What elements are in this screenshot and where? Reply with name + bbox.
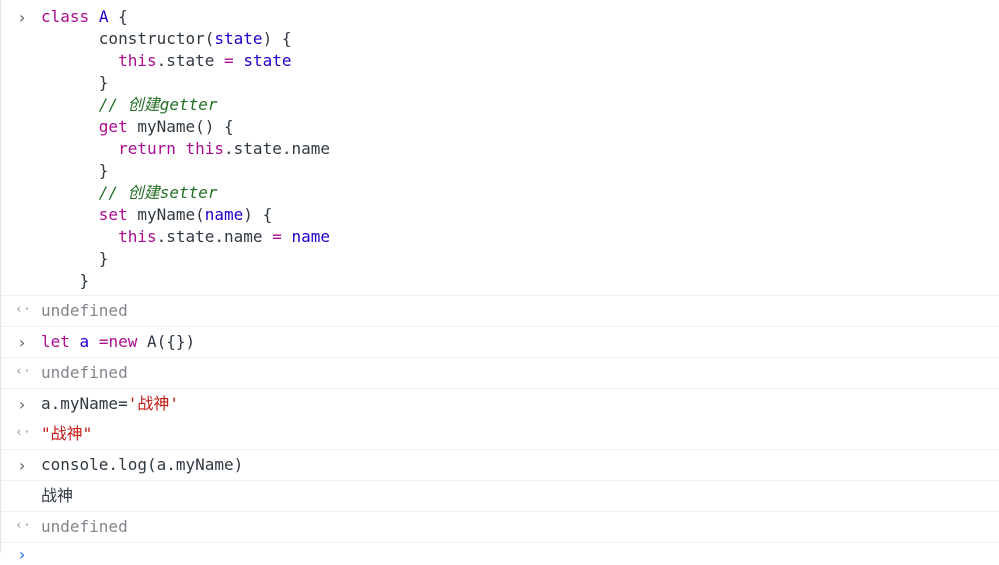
code-token: {	[108, 7, 128, 26]
code-line: // 创建getter	[41, 94, 999, 116]
command-text: let a =new A({})	[41, 332, 196, 351]
code-line: this.state = state	[41, 50, 999, 72]
console-result-4: ‹· undefined	[1, 512, 999, 543]
code-token: }	[98, 73, 109, 92]
console-input-assign[interactable]: › a.myName='战神'	[1, 389, 999, 419]
code-token: myName() {	[127, 117, 234, 136]
command-text: a.myName='战神'	[41, 394, 179, 413]
console-result-2: ‹· undefined	[1, 358, 999, 389]
result-text: undefined	[41, 363, 128, 382]
code-token: class	[41, 7, 90, 26]
code-token: }	[79, 271, 90, 290]
console-result-3: ‹· "战神"	[1, 419, 999, 450]
code-line: }	[41, 160, 999, 182]
code-token: return	[118, 139, 176, 158]
input-chevron-icon: ›	[17, 395, 27, 414]
code-line: class A {	[41, 6, 999, 28]
prompt-chevron-icon: ›	[17, 545, 27, 564]
code-token: get	[98, 117, 128, 136]
code-line: constructor(state) {	[41, 28, 999, 50]
class-code-block: class A { constructor(state) { this.stat…	[1, 6, 999, 292]
result-text: "战神"	[41, 424, 93, 443]
code-token: .state.name	[224, 139, 330, 158]
code-token: name	[291, 227, 330, 246]
output-arrow-icon: ‹·	[15, 302, 31, 317]
code-line: }	[41, 248, 999, 270]
code-token: myName(	[127, 205, 205, 224]
code-token: }	[98, 161, 109, 180]
code-line: }	[41, 72, 999, 94]
console-prompt[interactable]: ›	[1, 543, 999, 565]
input-chevron-icon: ›	[17, 333, 27, 352]
code-line: this.state.name = name	[41, 226, 999, 248]
code-line: // 创建setter	[41, 182, 999, 204]
code-token: ) {	[243, 205, 273, 224]
code-token: name	[204, 205, 244, 224]
code-token: this	[118, 51, 157, 70]
code-line: }	[41, 270, 999, 292]
input-chevron-icon: ›	[17, 8, 27, 27]
console-input-log[interactable]: › console.log(a.myName)	[1, 450, 999, 481]
code-token: =	[224, 51, 234, 70]
code-token: this	[185, 139, 225, 158]
command-text: console.log(a.myName)	[41, 455, 244, 474]
code-token: constructor(	[98, 29, 215, 48]
code-token: A	[98, 7, 109, 26]
console-panel: › class A { constructor(state) { this.st…	[0, 0, 999, 564]
input-chevron-icon: ›	[17, 456, 27, 475]
console-result-1: ‹· undefined	[1, 296, 999, 327]
code-token: state	[243, 51, 292, 70]
result-text: undefined	[41, 517, 128, 536]
console-input-let[interactable]: › let a =new A({})	[1, 327, 999, 358]
code-token: ) {	[262, 29, 292, 48]
console-input-class-definition[interactable]: › class A { constructor(state) { this.st…	[1, 0, 999, 296]
code-token: .state.name	[156, 227, 273, 246]
code-line: get myName() {	[41, 116, 999, 138]
code-token: set	[98, 205, 128, 224]
code-token: // 创建setter	[98, 183, 218, 202]
code-token: state	[214, 29, 263, 48]
console-log-output: 战神	[1, 481, 999, 512]
result-text: undefined	[41, 301, 128, 320]
code-token: // 创建getter	[98, 95, 218, 114]
log-text: 战神	[41, 486, 74, 505]
code-token: =	[272, 227, 282, 246]
output-arrow-icon: ‹·	[15, 518, 31, 533]
code-line: return this.state.name	[41, 138, 999, 160]
code-line: set myName(name) {	[41, 204, 999, 226]
code-token: .state	[156, 51, 225, 70]
output-arrow-icon: ‹·	[15, 364, 31, 379]
code-token: }	[98, 249, 109, 268]
code-token: this	[118, 227, 157, 246]
output-arrow-icon: ‹·	[15, 425, 31, 440]
